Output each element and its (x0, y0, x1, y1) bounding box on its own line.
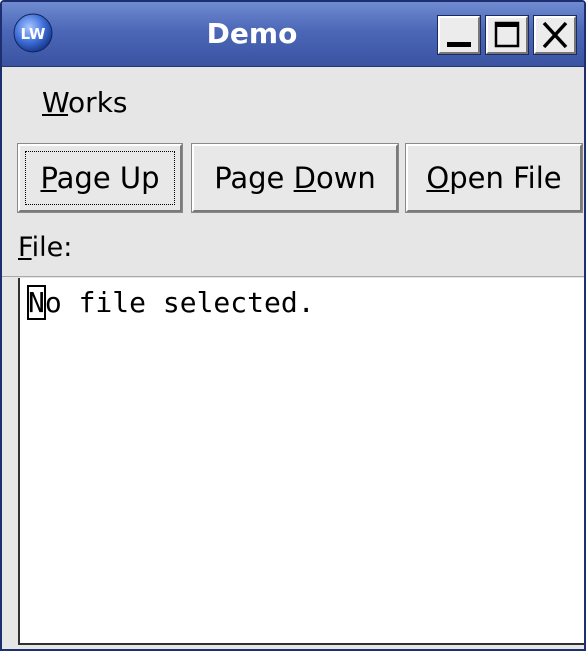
file-label-mnemonic: F (18, 232, 32, 263)
menu-works[interactable]: Works (42, 86, 128, 119)
maximize-button[interactable] (485, 15, 529, 55)
open-file-label: pen File (449, 161, 562, 195)
file-content-rest: o file selected. (44, 286, 315, 319)
open-file-button[interactable]: Open File (405, 143, 583, 213)
menu-bar: Works (2, 68, 584, 140)
page-up-mnemonic: P (40, 161, 57, 195)
demo-window: LW Demo Works Page Up Page Down Open Fil… (0, 0, 586, 651)
close-button[interactable] (533, 15, 577, 55)
close-icon (542, 21, 568, 49)
minimize-button[interactable] (437, 15, 481, 55)
file-content-text: No file selected. (27, 285, 315, 320)
button-toolbar: Page Up Page Down Open File (2, 140, 584, 218)
page-down-button[interactable]: Page Down (191, 143, 399, 213)
page-up-label: age Up (56, 161, 160, 195)
menu-works-mnemonic: W (42, 86, 69, 119)
minimize-icon (447, 42, 471, 47)
title-bar[interactable]: LW Demo (2, 2, 584, 67)
text-cursor: N (27, 285, 46, 320)
window-title: Demo (206, 17, 298, 50)
page-down-label-post: own (315, 161, 376, 195)
page-down-label-pre: Page (214, 161, 294, 195)
menu-works-label: orks (68, 86, 128, 119)
file-label: File: (18, 232, 72, 263)
page-up-button[interactable]: Page Up (17, 143, 183, 213)
page-down-mnemonic: D (293, 161, 316, 195)
file-label-bar: File: (2, 218, 584, 277)
file-label-text: ile: (31, 232, 73, 263)
maximize-icon (494, 21, 520, 48)
file-content-textarea[interactable]: No file selected. (18, 278, 584, 645)
open-file-mnemonic: O (426, 161, 450, 195)
